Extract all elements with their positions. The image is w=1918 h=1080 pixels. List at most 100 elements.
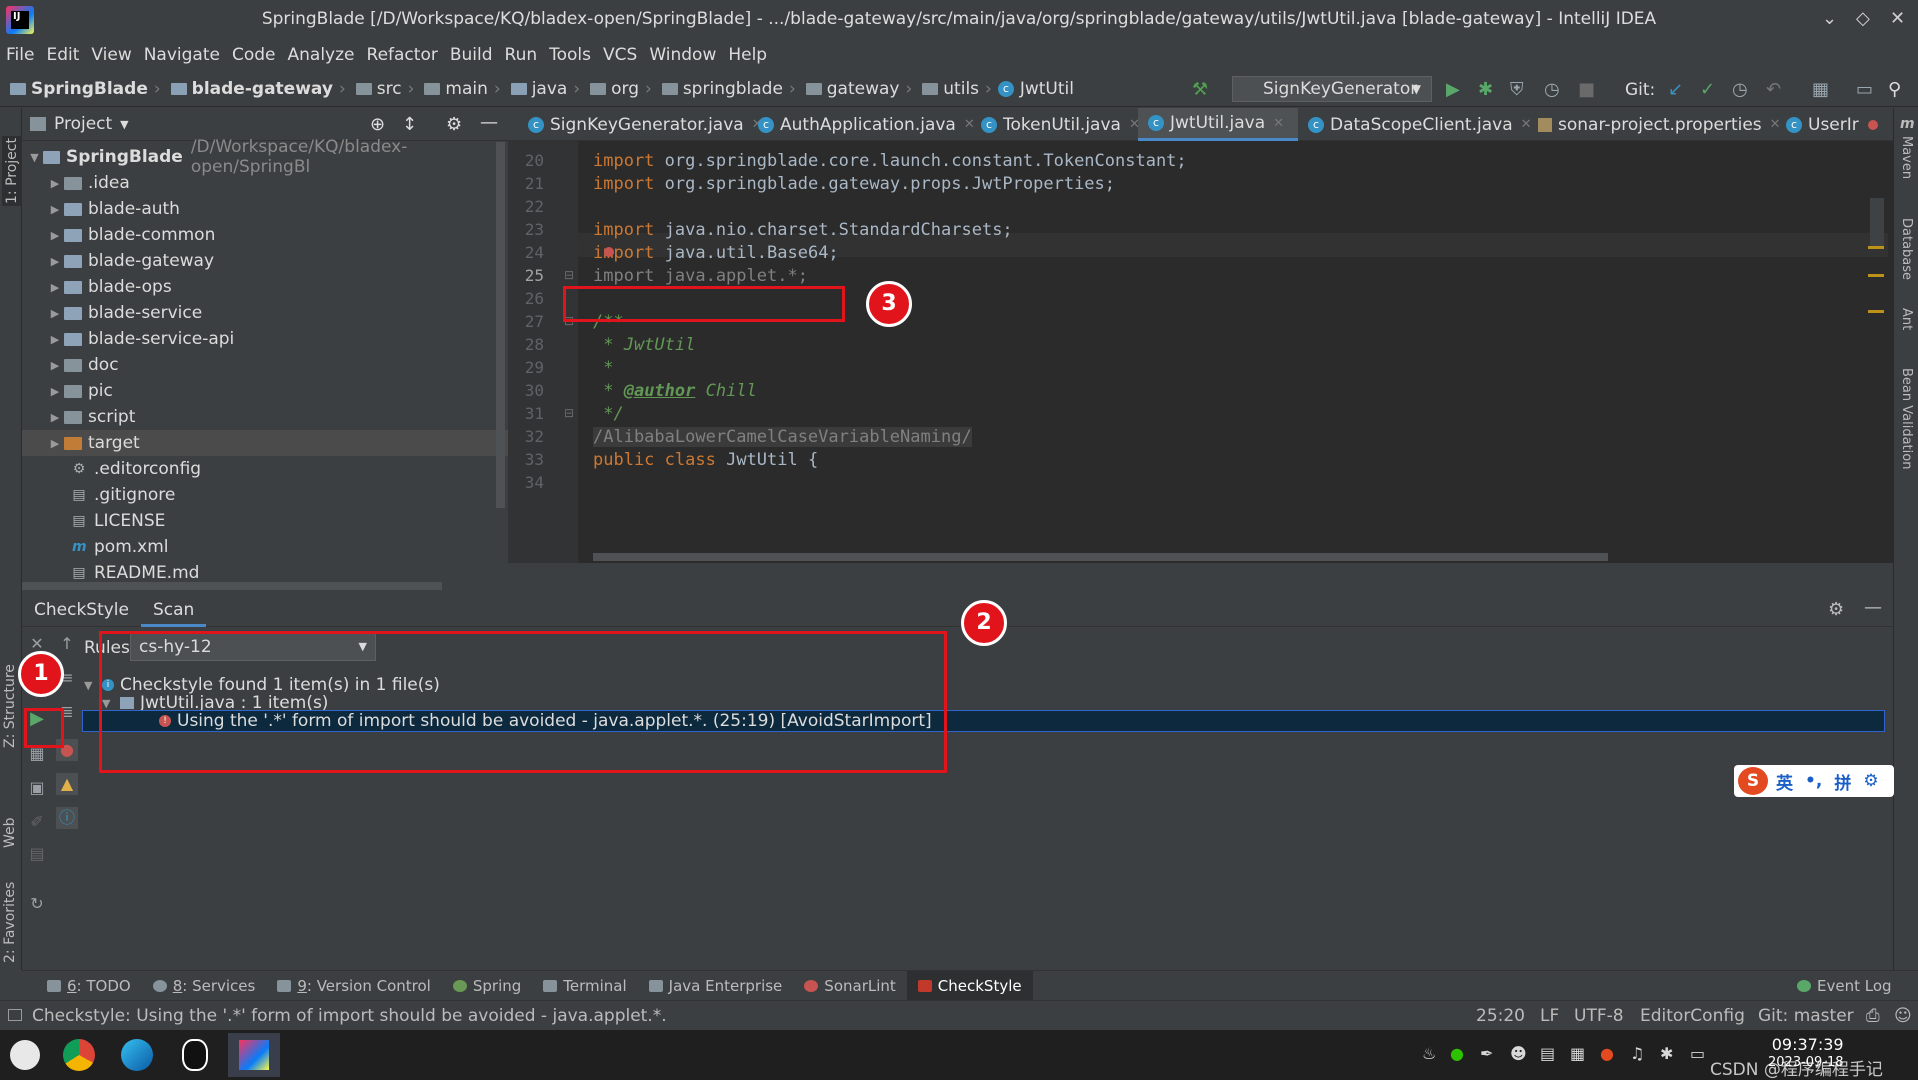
project-view-select[interactable]: Project (54, 114, 112, 134)
bluetooth-icon[interactable]: ✱ (1660, 1044, 1673, 1063)
menu-navigate[interactable]: Navigate (144, 45, 220, 65)
tool-tab-terminal[interactable]: Terminal (532, 971, 637, 1001)
breadcrumb-org[interactable]: org › (586, 79, 652, 99)
breadcrumb-utils[interactable]: utils › (918, 79, 992, 99)
caret-position[interactable]: 25:20 (1476, 1006, 1525, 1026)
menu-vcs[interactable]: VCS (603, 45, 637, 65)
editor-horizontal-scrollbar[interactable] (593, 553, 1608, 561)
menu-run[interactable]: Run (505, 45, 538, 65)
tree-item-blade-service-api[interactable]: ▶ blade-service-api (22, 326, 508, 352)
ime-language[interactable]: 英 (1776, 769, 1793, 794)
tool-windows-toggle-icon[interactable] (8, 1009, 22, 1021)
ime-toolbar[interactable]: S 英 •, 拼 ⚙ (1734, 765, 1894, 797)
tree-item-blade-service[interactable]: ▶ blade-service (22, 300, 508, 326)
wechat-icon[interactable]: ● (1450, 1044, 1464, 1063)
breadcrumb-blade-gateway[interactable]: blade-gateway › (167, 79, 346, 99)
tree-item-pic[interactable]: ▶ pic (22, 378, 508, 404)
tree-item-blade-auth[interactable]: ▶ blade-auth (22, 196, 508, 222)
tree-item-gitignore[interactable]: ▤ .gitignore (22, 482, 508, 508)
error-indicator-icon[interactable] (1868, 120, 1878, 130)
tree-item-pom[interactable]: m pom.xml (22, 534, 508, 560)
show-info-icon[interactable]: ⓘ (56, 807, 78, 829)
web-tool-button[interactable]: Web (2, 817, 18, 848)
tab-sonar-properties[interactable]: sonar-project.properties ✕ (1528, 108, 1781, 141)
breadcrumb-springblade[interactable]: SpringBlade › (10, 79, 161, 99)
presentation-icon[interactable]: ▭ (1856, 79, 1873, 100)
code-line-30[interactable]: * @author Chill (593, 381, 757, 401)
run-icon[interactable]: ▶ (1446, 79, 1460, 100)
code-line-29[interactable]: * (593, 358, 613, 378)
collapsed-arrow-icon[interactable]: ▶ (46, 333, 64, 346)
collapsed-arrow-icon[interactable]: ▶ (46, 359, 64, 372)
code-line-31[interactable]: */ (593, 404, 623, 424)
tool-tab-java-enterprise[interactable]: Java Enterprise (638, 971, 794, 1001)
breakpoint-icon[interactable] (604, 247, 614, 257)
tree-item-doc[interactable]: ▶ doc (22, 352, 508, 378)
fold-icon[interactable]: ⊟ (564, 268, 574, 282)
tree-item-idea[interactable]: ▶ .idea (22, 170, 508, 196)
project-tool-button[interactable]: 1: Project (2, 136, 22, 206)
event-log-button[interactable]: Event Log (1786, 971, 1903, 1001)
sogou-tray-icon[interactable]: ● (1600, 1044, 1614, 1063)
tree-item-target[interactable]: ▶ target (22, 430, 508, 456)
tool-tab-sonarlint[interactable]: SonarLint (793, 971, 906, 1001)
tool-tab-spring[interactable]: Spring (442, 971, 532, 1001)
tree-item-license[interactable]: ▤ LICENSE (22, 508, 508, 534)
tree-item-blade-gateway[interactable]: ▶ blade-gateway (22, 248, 508, 274)
structure-tool-button[interactable]: Z: Structure (2, 664, 18, 748)
line-separator[interactable]: LF (1540, 1006, 1559, 1026)
stop-icon[interactable]: ■ (1578, 79, 1595, 100)
git-rollback-icon[interactable]: ↶ (1766, 79, 1781, 100)
intellij-taskbar-app[interactable] (228, 1033, 280, 1077)
settings-gear-icon[interactable]: ⚙ (446, 114, 462, 135)
project-horizontal-scrollbar[interactable] (22, 582, 442, 590)
code-line-32[interactable]: /AlibabaLowerCamelCaseVariableNaming/ (593, 427, 972, 447)
qq-tray-icon[interactable]: ☻ (1510, 1044, 1527, 1063)
ant-tool-button[interactable]: Ant (1899, 308, 1914, 330)
breadcrumb-src[interactable]: src › (352, 79, 414, 99)
expanded-arrow-icon[interactable]: ▼ (26, 151, 43, 164)
editor-vertical-scrollbar[interactable] (1870, 198, 1884, 248)
code-line-24[interactable]: import java.util.Base64; (593, 243, 839, 263)
tree-item-editorconfig[interactable]: ⚙ .editorconfig (22, 456, 508, 482)
menu-view[interactable]: View (91, 45, 131, 65)
tab-authapplication[interactable]: c AuthApplication.java ✕ (748, 108, 975, 141)
tab-datascopeclient[interactable]: c DataScopeClient.java ✕ (1298, 108, 1532, 141)
tab-tokenutil[interactable]: c TokenUtil.java ✕ (971, 108, 1140, 141)
status-message[interactable]: Checkstyle: Using the '.*' form of impor… (32, 1006, 667, 1026)
git-history-icon[interactable]: ◷ (1732, 79, 1748, 100)
warning-stripe[interactable] (1868, 310, 1884, 313)
build-hammer-icon[interactable]: ⚒ (1192, 79, 1208, 100)
breadcrumb-gateway[interactable]: gateway › (802, 79, 912, 99)
breadcrumb-java[interactable]: java › (507, 79, 580, 99)
qq-taskbar-app[interactable] (170, 1033, 220, 1077)
tab-jwtutil[interactable]: c JwtUtil.java ✕ (1138, 108, 1298, 141)
minimize-icon[interactable]: ⌄ (1822, 8, 1837, 29)
check-changed-icon[interactable]: ✐ (26, 811, 48, 833)
chevron-down-icon[interactable]: ▼ (120, 118, 128, 131)
tree-item-blade-common[interactable]: ▶ blade-common (22, 222, 508, 248)
tool-tab-todo[interactable]: 6: TODO (36, 971, 142, 1001)
menu-tools[interactable]: Tools (549, 45, 591, 65)
close-tab-icon[interactable]: ✕ (1273, 116, 1284, 131)
ime-settings-icon[interactable]: ⚙ (1863, 771, 1878, 791)
code-line-33[interactable]: public class JwtUtil { (593, 450, 818, 470)
code-line-23[interactable]: import java.nio.charset.StandardCharsets… (593, 220, 1013, 240)
breadcrumb-springblade-pkg[interactable]: springblade › (658, 79, 796, 99)
favorites-tool-button[interactable]: 2: Favorites (2, 882, 18, 963)
fold-icon[interactable]: ⊟ (564, 406, 574, 420)
code-line-20[interactable]: import org.springblade.core.launch.const… (593, 151, 1187, 171)
project-structure-icon[interactable]: ▦ (1812, 79, 1829, 100)
warning-stripe[interactable] (1868, 246, 1884, 249)
git-commit-icon[interactable]: ✓ (1700, 79, 1715, 100)
hide-panel-icon[interactable]: — (480, 112, 498, 133)
code-line-28[interactable]: * JwtUtil (593, 335, 695, 355)
menu-window[interactable]: Window (649, 45, 716, 65)
collapsed-arrow-icon[interactable]: ▶ (46, 255, 64, 268)
menu-refactor[interactable]: Refactor (367, 45, 438, 65)
check-project-icon[interactable]: ▣ (26, 777, 48, 799)
tool-tab-checkstyle[interactable]: CheckStyle (906, 970, 1033, 1001)
code-line-21[interactable]: import org.springblade.gateway.props.Jwt… (593, 174, 1115, 194)
scroll-to-source-icon[interactable]: ↑ (56, 633, 78, 655)
menu-build[interactable]: Build (450, 45, 493, 65)
